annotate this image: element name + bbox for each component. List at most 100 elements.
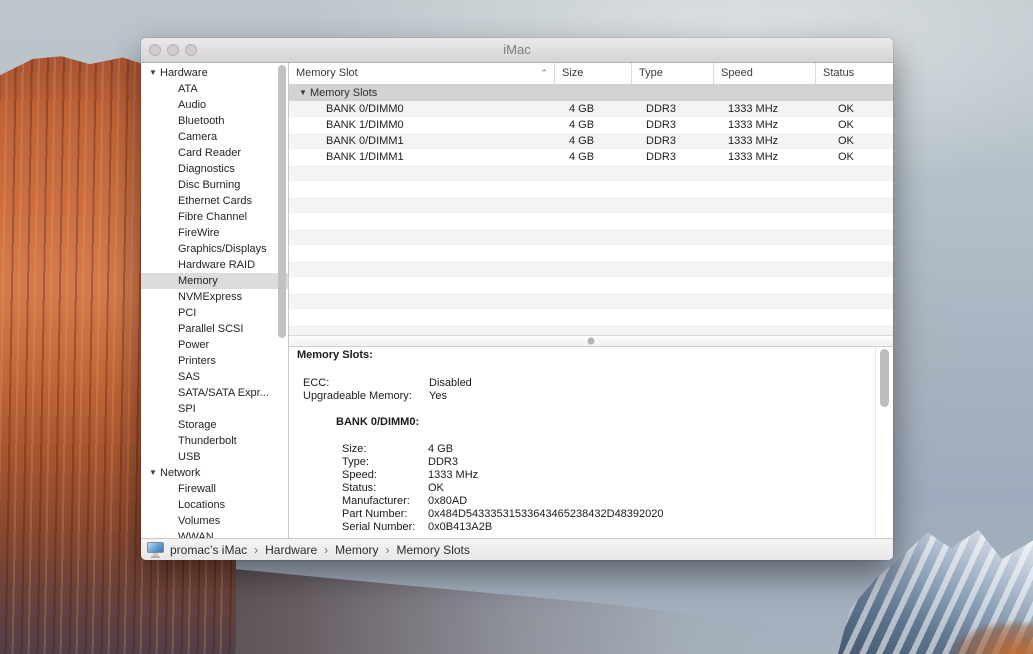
detail-field-value: DDR3 [428,456,458,469]
sidebar: ▼HardwareATAAudioBluetoothCameraCard Rea… [141,63,289,538]
sidebar-item-hardware-raid[interactable]: Hardware RAID [141,257,288,273]
table-group-row[interactable]: ▼Memory Slots [289,85,893,101]
detail-field-label: Serial Number: [342,521,428,534]
wallpaper-foliage [903,604,1033,654]
sidebar-group-label: Hardware [160,67,208,79]
detail-field: Manufacturer:0x80AD [342,495,893,508]
table-row[interactable]: BANK 1/DIMM14 GBDDR31333 MHzOK [289,149,893,165]
detail-field-label: Type: [342,456,428,469]
cell-type: DDR3 [632,149,714,165]
column-header-size[interactable]: Size [555,63,632,84]
table-row[interactable]: BANK 0/DIMM04 GBDDR31333 MHzOK [289,101,893,117]
table-row[interactable]: BANK 0/DIMM14 GBDDR31333 MHzOK [289,133,893,149]
sidebar-item-graphics-displays[interactable]: Graphics/Displays [141,241,288,257]
detail-field: Serial Number:0x0B413A2B [342,521,893,534]
sidebar-item-firewire[interactable]: FireWire [141,225,288,241]
sidebar-item-ata[interactable]: ATA [141,81,288,97]
sidebar-item-camera[interactable]: Camera [141,129,288,145]
sidebar-item-bluetooth[interactable]: Bluetooth [141,113,288,129]
sidebar-item-firewall[interactable]: Firewall [141,481,288,497]
detail-field-value: 0x484D54333531533643465238432D48392020 [428,508,664,521]
detail-field-label: Speed: [342,469,428,482]
detail-field: Speed:1333 MHz [342,469,893,482]
detail-field: Type:DDR3 [342,456,893,469]
detail-field: Part Number:0x484D5433353153364346523843… [342,508,893,521]
sidebar-item-volumes[interactable]: Volumes [141,513,288,529]
sidebar-item-locations[interactable]: Locations [141,497,288,513]
window-title: iMac [141,38,893,62]
computer-icon-base [151,556,160,558]
detail-scrollbar-track[interactable] [875,347,876,538]
window-titlebar[interactable]: iMac [141,38,893,63]
column-header-label: Size [562,67,583,79]
detail-field: Size:4 GB [342,443,893,456]
sidebar-item-power[interactable]: Power [141,337,288,353]
status-bar: promac’s iMac›Hardware›Memory›Memory Slo… [141,538,893,560]
sidebar-scrollbar[interactable] [276,63,288,538]
sidebar-item-usb[interactable]: USB [141,449,288,465]
detail-field: Status:OK [342,482,893,495]
sidebar-scrollbar-thumb[interactable] [278,65,286,338]
cell-memory-slot: BANK 1/DIMM0 [289,117,555,133]
column-header-label: Memory Slot [296,67,358,79]
sidebar-item-sata-sata-expr[interactable]: SATA/SATA Expr... [141,385,288,401]
breadcrumb-separator-icon: › [254,543,258,557]
sidebar-item-fibre-channel[interactable]: Fibre Channel [141,209,288,225]
disclosure-triangle-icon[interactable]: ▼ [299,85,310,101]
sidebar-item-sas[interactable]: SAS [141,369,288,385]
cell-memory-slot: BANK 1/DIMM1 [289,149,555,165]
cell-speed: 1333 MHz [714,149,816,165]
sort-ascending-icon: ⌃ [540,63,548,84]
breadcrumb-separator-icon: › [324,543,328,557]
sidebar-item-pci[interactable]: PCI [141,305,288,321]
disclosure-triangle-icon[interactable]: ▼ [149,65,160,81]
sidebar-item-memory[interactable]: Memory [141,273,288,289]
column-header-label: Type [639,67,663,79]
detail-field: ECC:Disabled [303,377,893,390]
table-row[interactable]: BANK 1/DIMM04 GBDDR31333 MHzOK [289,117,893,133]
sidebar-item-disc-burning[interactable]: Disc Burning [141,177,288,193]
sidebar-item-nvmexpress[interactable]: NVMExpress [141,289,288,305]
sidebar-group-label: Network [160,467,200,479]
sidebar-group-hardware[interactable]: ▼Hardware [141,65,288,81]
detail-field-label: Manufacturer: [342,495,428,508]
cell-size: 4 GB [555,133,632,149]
sidebar-item-wwan[interactable]: WWAN [141,529,288,538]
breadcrumb: promac’s iMac›Hardware›Memory›Memory Slo… [170,543,470,557]
sidebar-item-card-reader[interactable]: Card Reader [141,145,288,161]
column-header-status[interactable]: Status [816,63,893,84]
column-header-speed[interactable]: Speed [714,63,816,84]
sidebar-item-ethernet-cards[interactable]: Ethernet Cards [141,193,288,209]
disclosure-triangle-icon[interactable]: ▼ [149,465,160,481]
sidebar-item-spi[interactable]: SPI [141,401,288,417]
detail-field-value: Yes [429,390,447,403]
cell-speed: 1333 MHz [714,117,816,133]
sidebar-item-diagnostics[interactable]: Diagnostics [141,161,288,177]
sidebar-group-network[interactable]: ▼Network [141,465,288,481]
breadcrumb-segment: Memory Slots [397,543,470,557]
sidebar-item-printers[interactable]: Printers [141,353,288,369]
sidebar-item-parallel-scsi[interactable]: Parallel SCSI [141,321,288,337]
bank-fields: Size:4 GBType:DDR3Speed:1333 MHzStatus:O… [289,443,893,534]
column-header-type[interactable]: Type [632,63,714,84]
cell-status: OK [816,117,893,133]
sidebar-item-storage[interactable]: Storage [141,417,288,433]
sidebar-item-audio[interactable]: Audio [141,97,288,113]
cell-size: 4 GB [555,101,632,117]
splitter-handle-icon[interactable] [588,338,595,345]
cell-memory-slot: BANK 0/DIMM1 [289,133,555,149]
column-header-label: Status [823,67,854,79]
sidebar-item-thunderbolt[interactable]: Thunderbolt [141,433,288,449]
cell-type: DDR3 [632,133,714,149]
computer-icon [147,542,164,558]
column-header-memory-slot[interactable]: Memory Slot ⌃ [289,63,555,84]
main-pane: Memory Slot ⌃ Size Type Speed [289,63,893,538]
cell-size: 4 GB [555,149,632,165]
detail-scrollbar-thumb[interactable] [880,349,889,407]
detail-pane: Memory Slots: ECC:DisabledUpgradeable Me… [289,347,893,538]
detail-field-value: OK [428,482,444,495]
table-group-label: Memory Slots [310,87,377,99]
window-body: ▼HardwareATAAudioBluetoothCameraCard Rea… [141,63,893,538]
pane-splitter[interactable] [289,335,893,347]
cell-status: OK [816,149,893,165]
